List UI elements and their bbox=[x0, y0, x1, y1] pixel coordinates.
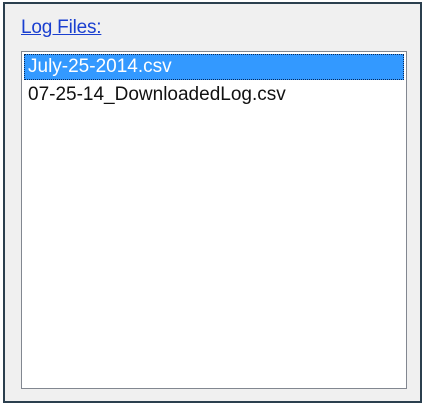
list-item[interactable]: July-25-2014.csv bbox=[24, 54, 404, 80]
log-files-listbox[interactable]: July-25-2014.csv 07-25-14_DownloadedLog.… bbox=[21, 51, 407, 389]
list-item[interactable]: 07-25-14_DownloadedLog.csv bbox=[24, 82, 404, 108]
log-files-label: Log Files: bbox=[21, 17, 102, 38]
log-files-panel: Log Files: July-25-2014.csv 07-25-14_Dow… bbox=[3, 2, 422, 403]
